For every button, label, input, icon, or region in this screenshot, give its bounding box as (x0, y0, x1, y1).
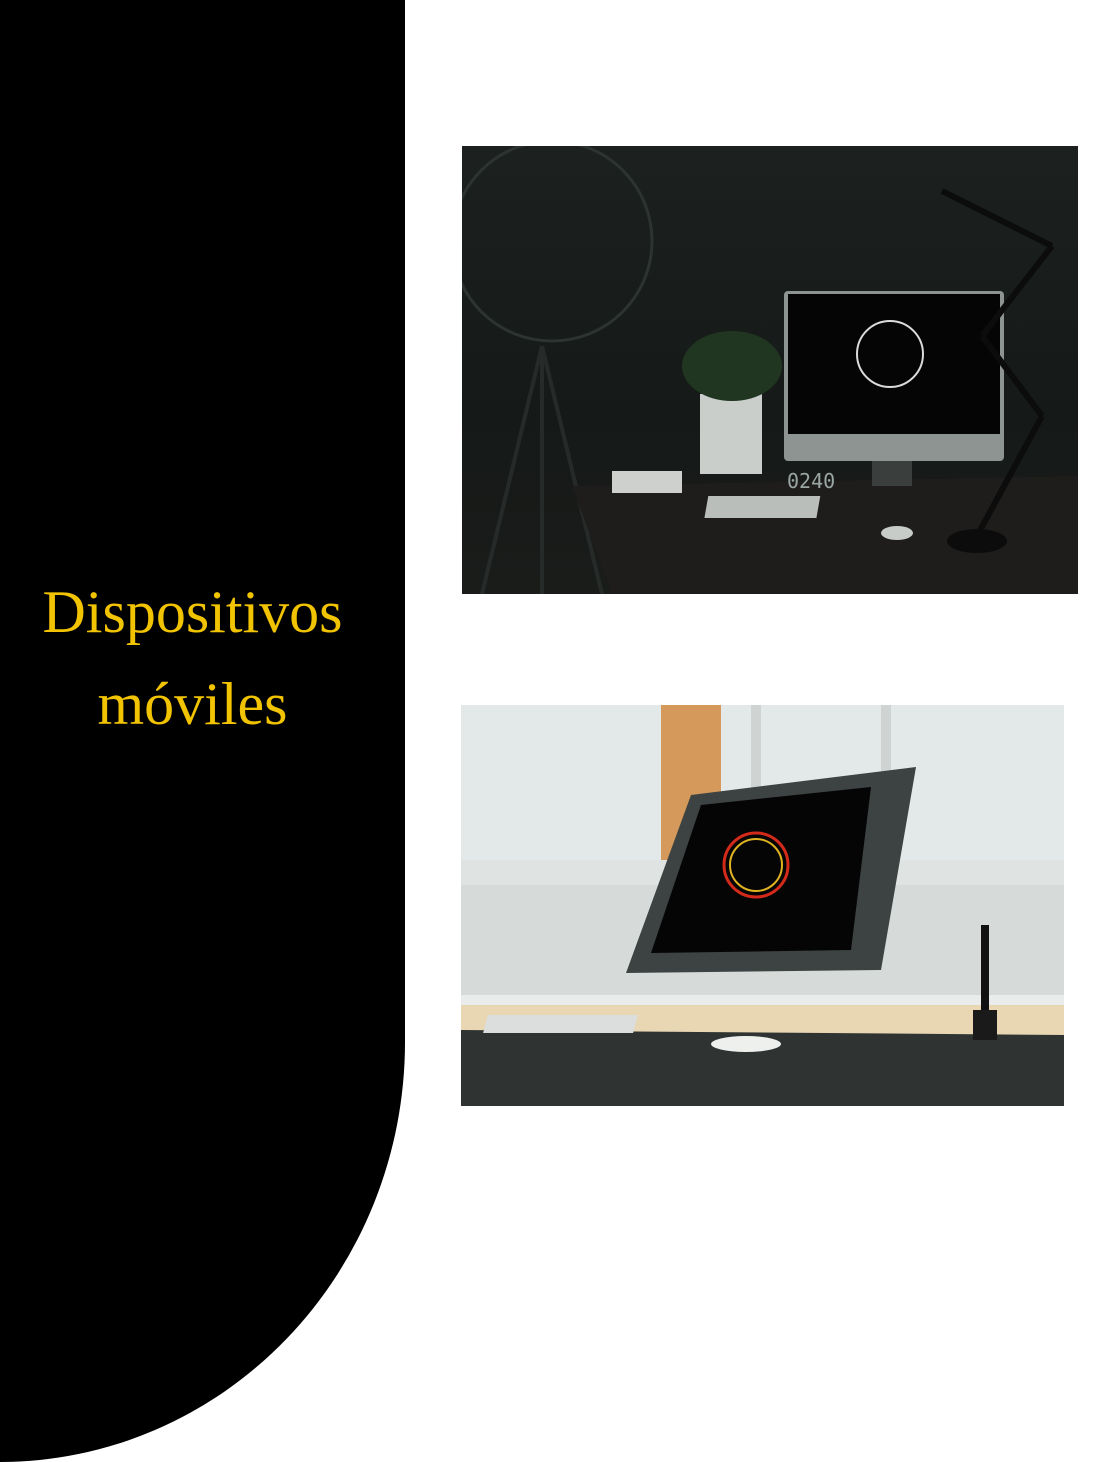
photo-bright-desk-tablet (461, 705, 1064, 1106)
title-line-2: móviles (97, 671, 288, 737)
title-line-1: Dispositivos (42, 579, 343, 645)
slide-title: Dispositivos móviles (0, 566, 385, 750)
photo-dark-desk-imac: 0240 (462, 146, 1078, 594)
clock-readout: 0240 (787, 469, 835, 493)
